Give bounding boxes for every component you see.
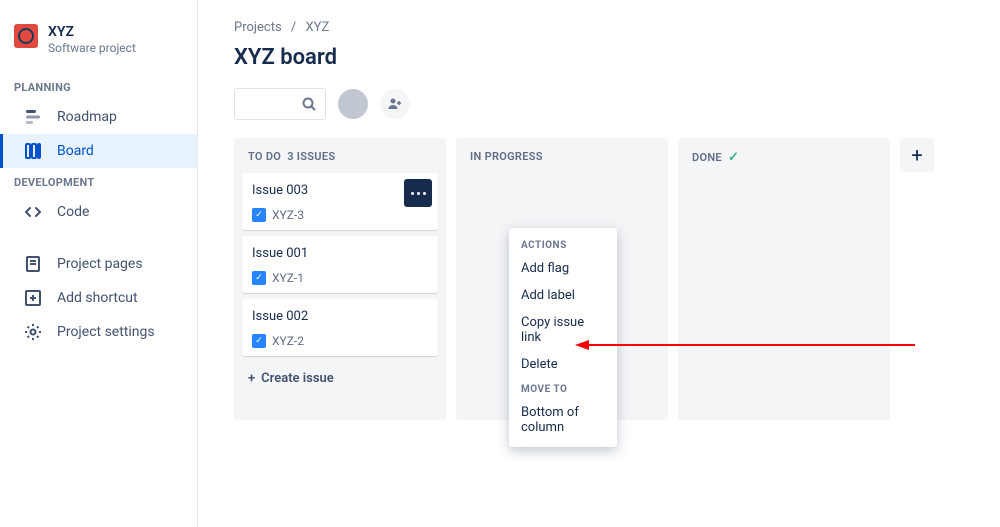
- add-column-button[interactable]: +: [900, 138, 934, 172]
- issue-title: Issue 003: [252, 183, 428, 198]
- column-header-done[interactable]: DONE ✓: [686, 150, 882, 175]
- issue-key: XYZ-3: [272, 208, 304, 222]
- create-issue-button[interactable]: + Create issue: [242, 362, 438, 395]
- settings-icon: [23, 322, 43, 342]
- sidebar: XYZ Software project PLANNING Roadmap Bo…: [0, 0, 198, 527]
- popover-section-moveto: MOVE TO: [509, 378, 617, 399]
- issue-key: XYZ-2: [272, 334, 304, 348]
- plus-icon: +: [911, 143, 922, 167]
- section-label-development: DEVELOPMENT: [0, 168, 197, 195]
- sidebar-item-project-pages[interactable]: Project pages: [0, 247, 197, 281]
- sidebar-item-code[interactable]: Code: [0, 195, 197, 229]
- menu-item-add-flag[interactable]: Add flag: [509, 255, 617, 282]
- issue-key-row: XYZ-2: [252, 334, 428, 348]
- issue-actions-menu: ACTIONS Add flag Add label Copy issue li…: [509, 228, 617, 447]
- sidebar-item-add-shortcut[interactable]: Add shortcut: [0, 281, 197, 315]
- sidebar-item-project-settings[interactable]: Project settings: [0, 315, 197, 349]
- roadmap-icon: [23, 107, 43, 127]
- issue-type-icon: [252, 271, 266, 285]
- sidebar-item-label: Roadmap: [57, 109, 117, 125]
- breadcrumb: Projects / XYZ: [234, 20, 964, 35]
- project-icon: [14, 24, 38, 48]
- search-input[interactable]: [234, 88, 326, 120]
- page-icon: [23, 254, 43, 274]
- breadcrumb-current[interactable]: XYZ: [306, 20, 330, 35]
- sidebar-item-label: Project settings: [57, 324, 155, 340]
- issue-title: Issue 002: [252, 309, 428, 324]
- section-label-planning: PLANNING: [0, 73, 197, 100]
- issue-type-icon: [252, 334, 266, 348]
- popover-section-actions: ACTIONS: [509, 234, 617, 255]
- search-icon: [301, 96, 317, 112]
- menu-item-copy-link[interactable]: Copy issue link: [509, 309, 617, 351]
- plus-icon: +: [248, 371, 255, 386]
- page-title: XYZ board: [234, 45, 964, 70]
- breadcrumb-separator: /: [291, 20, 296, 35]
- sidebar-item-label: Code: [57, 204, 89, 220]
- issue-key-row: XYZ-3: [252, 208, 428, 222]
- menu-item-delete[interactable]: Delete: [509, 351, 617, 378]
- issue-type-icon: [252, 208, 266, 222]
- column-done: DONE ✓: [678, 138, 890, 420]
- sidebar-item-board[interactable]: Board: [0, 134, 197, 168]
- issue-card[interactable]: Issue 002 XYZ-2: [242, 299, 438, 356]
- column-label: DONE: [692, 151, 722, 164]
- create-issue-label: Create issue: [261, 371, 334, 386]
- breadcrumb-root[interactable]: Projects: [234, 20, 282, 35]
- check-icon: ✓: [728, 150, 739, 165]
- column-label: IN PROGRESS: [470, 150, 543, 163]
- add-user-button[interactable]: [380, 89, 410, 119]
- project-header[interactable]: XYZ Software project: [0, 24, 197, 73]
- column-count: 3 ISSUES: [287, 150, 335, 163]
- sidebar-item-label: Project pages: [57, 256, 143, 272]
- column-header-todo[interactable]: TO DO 3 ISSUES: [242, 150, 438, 173]
- toolbar: [234, 88, 964, 120]
- board-icon: [23, 141, 43, 161]
- sidebar-item-roadmap[interactable]: Roadmap: [0, 100, 197, 134]
- issue-title: Issue 001: [252, 246, 428, 261]
- more-icon: [411, 192, 414, 195]
- column-label: TO DO: [248, 150, 281, 163]
- column-header-in-progress[interactable]: IN PROGRESS: [464, 150, 660, 173]
- menu-item-bottom-of-column[interactable]: Bottom of column: [509, 399, 617, 441]
- sidebar-item-label: Add shortcut: [57, 290, 138, 306]
- issue-card[interactable]: Issue 001 XYZ-1: [242, 236, 438, 293]
- addshortcut-icon: [23, 288, 43, 308]
- project-subtitle: Software project: [48, 41, 136, 55]
- issue-key: XYZ-1: [272, 271, 304, 285]
- column-todo: TO DO 3 ISSUES Issue 003 XYZ-3 Issue 001: [234, 138, 446, 420]
- project-name: XYZ: [48, 24, 136, 41]
- issue-card[interactable]: Issue 003 XYZ-3: [242, 173, 438, 230]
- sidebar-item-label: Board: [57, 143, 94, 159]
- code-icon: [23, 202, 43, 222]
- menu-item-add-label[interactable]: Add label: [509, 282, 617, 309]
- main-content: Projects / XYZ XYZ board TO DO 3 ISSUES: [198, 0, 1000, 527]
- issue-more-button[interactable]: [404, 179, 432, 207]
- issue-key-row: XYZ-1: [252, 271, 428, 285]
- avatar[interactable]: [338, 89, 368, 119]
